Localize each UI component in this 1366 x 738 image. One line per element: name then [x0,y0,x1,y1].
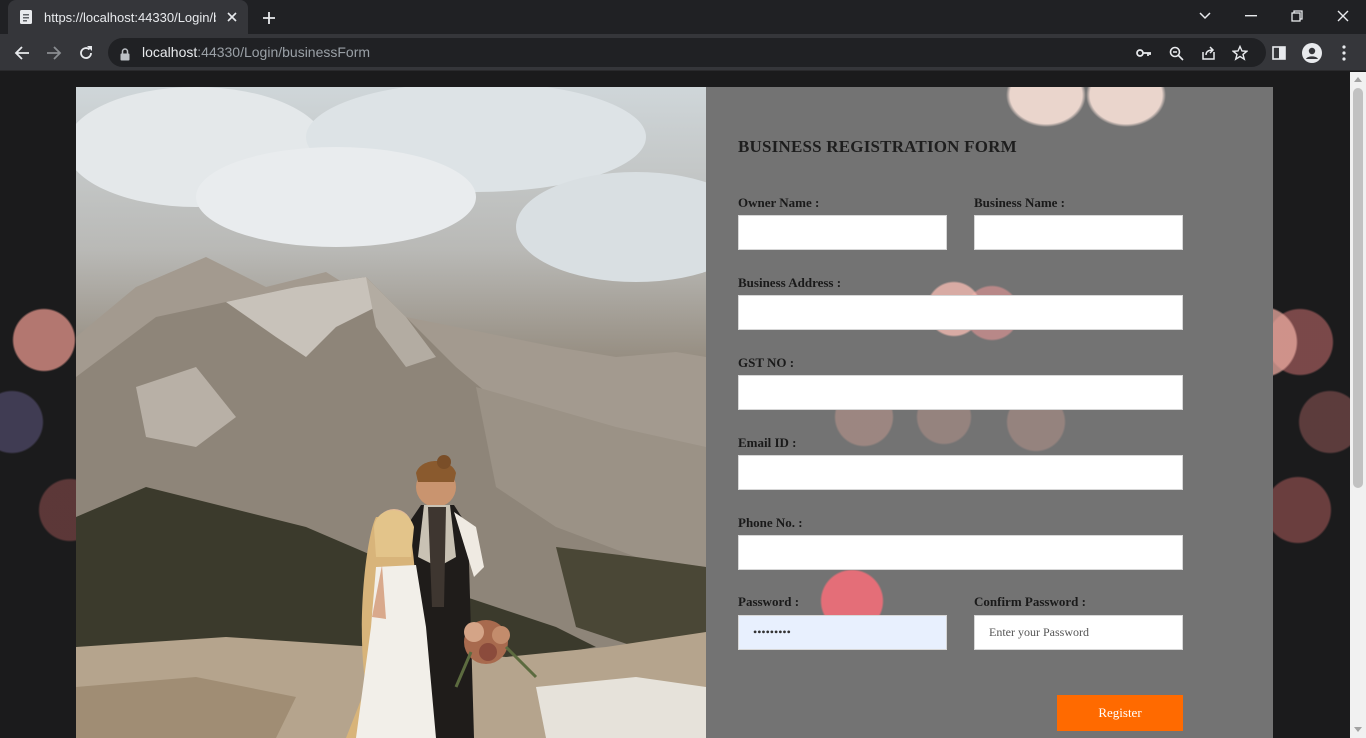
scroll-down-arrow-icon[interactable] [1354,727,1362,732]
confirm-password-label: Confirm Password : [974,594,1086,609]
minimize-icon[interactable] [1237,4,1265,28]
hero-image [76,87,706,738]
registration-panel: BUSINESS REGISTRATION FORM Owner Name : … [706,87,1273,738]
email-label: Email ID : [738,435,797,450]
register-button[interactable]: Register [1057,695,1183,731]
phone-label: Phone No. : [738,515,803,530]
page-icon [18,9,34,25]
browser-tab[interactable]: https://localhost:44330/Login/bu [8,0,248,34]
email-input[interactable] [738,455,1183,490]
url-text: localhost:44330/Login/businessForm [142,44,371,60]
phone-input[interactable] [738,535,1183,570]
gst-label: GST NO : [738,355,795,370]
forward-icon[interactable] [41,40,67,66]
business-name-label: Business Name : [974,195,1066,210]
share-icon[interactable] [1198,43,1218,63]
scroll-up-arrow-icon[interactable] [1354,77,1362,82]
browser-tab-strip: https://localhost:44330/Login/bu [0,0,1366,34]
form-title: BUSINESS REGISTRATION FORM [738,137,1017,156]
key-icon[interactable] [1134,43,1154,63]
close-icon[interactable] [224,9,240,25]
chevron-down-icon[interactable] [1191,4,1219,28]
scrollbar-thumb[interactable] [1353,88,1363,488]
confirm-password-input[interactable] [974,615,1183,650]
menu-icon[interactable] [1331,40,1357,66]
owner-name-input[interactable] [738,215,947,250]
back-icon[interactable] [9,40,35,66]
star-icon[interactable] [1230,43,1250,63]
plus-icon[interactable] [258,7,280,29]
business-name-input[interactable] [974,215,1183,250]
page-scrollbar[interactable] [1350,72,1366,738]
tab-title: https://localhost:44330/Login/bu [44,9,216,25]
owner-name-label: Owner Name : [738,195,820,210]
business-address-label: Business Address : [738,275,842,290]
browser-toolbar: localhost:44330/Login/businessForm [0,34,1366,71]
restore-icon[interactable] [1283,4,1311,28]
password-input[interactable] [738,615,947,650]
reload-icon[interactable] [73,40,99,66]
gst-input[interactable] [738,375,1183,410]
page-background: BUSINESS REGISTRATION FORM Owner Name : … [0,72,1350,738]
side-panel-icon[interactable] [1266,40,1292,66]
lock-icon[interactable] [120,46,130,65]
address-bar[interactable]: localhost:44330/Login/businessForm [108,38,1266,67]
profile-icon[interactable] [1299,40,1325,66]
password-label: Password : [738,594,800,609]
business-address-input[interactable] [738,295,1183,330]
close-window-icon[interactable] [1329,4,1357,28]
zoom-icon[interactable] [1166,43,1186,63]
